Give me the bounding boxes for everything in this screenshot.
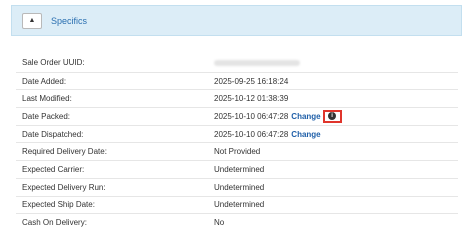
date-dispatched-value: 2025-10-10 06:47:28	[214, 129, 289, 139]
specifics-panel-header[interactable]: ▲ Specifics	[11, 5, 462, 36]
expected-delivery-run-label: Expected Delivery Run:	[22, 182, 106, 192]
expected-carrier-value: Undetermined	[214, 164, 265, 174]
detail-row-date-dispatched: Date Dispatched: 2025-10-10 06:47:28 Cha…	[16, 124, 458, 143]
redacted-value	[214, 59, 300, 66]
date-dispatched-label: Date Dispatched:	[22, 129, 84, 139]
date-dispatched-value-group: 2025-10-10 06:47:28 Change	[214, 130, 321, 139]
detail-row-expected-delivery-run: Expected Delivery Run: Undetermined	[16, 177, 458, 196]
cash-on-delivery-label: Cash On Delivery:	[22, 218, 87, 228]
detail-row-expected-ship-date: Expected Ship Date: Undetermined	[16, 195, 458, 214]
expected-delivery-run-value: Undetermined	[214, 182, 265, 192]
date-packed-value: 2025-10-10 06:47:28	[214, 111, 289, 121]
detail-row-date-packed: Date Packed: 2025-10-10 06:47:28 Change …	[16, 107, 458, 125]
date-added-value: 2025-09-25 16:18:24	[214, 76, 289, 86]
required-delivery-date-value: Not Provided	[214, 147, 261, 157]
collapse-toggle-button[interactable]: ▲	[22, 12, 42, 29]
caret-up-icon: ▲	[28, 17, 36, 24]
required-delivery-date-label: Required Delivery Date:	[22, 147, 107, 157]
date-packed-value-group: 2025-10-10 06:47:28 Change i	[214, 109, 342, 123]
date-packed-label: Date Packed:	[22, 111, 71, 121]
date-packed-change-link[interactable]: Change	[291, 112, 320, 121]
info-highlight-box[interactable]: i	[322, 109, 342, 123]
detail-row-cash-on-delivery: Cash On Delivery: No	[16, 213, 458, 231]
sale-order-uuid-label: Sale Order UUID:	[22, 58, 85, 68]
expected-carrier-label: Expected Carrier:	[22, 164, 85, 174]
date-added-label: Date Added:	[22, 76, 67, 86]
specifics-page: ▲ Specifics Sale Order UUID: Date Added:…	[0, 0, 471, 238]
specifics-details-table: Sale Order UUID: Date Added: 2025-09-25 …	[16, 54, 458, 231]
cash-on-delivery-value: No	[214, 218, 225, 228]
date-dispatched-change-link[interactable]: Change	[291, 130, 320, 139]
last-modified-value: 2025-10-12 01:38:39	[214, 94, 289, 104]
detail-row-expected-carrier: Expected Carrier: Undetermined	[16, 160, 458, 178]
sale-order-uuid-value	[214, 59, 300, 66]
expected-ship-date-label: Expected Ship Date:	[22, 200, 95, 210]
panel-title: Specifics	[51, 15, 88, 26]
detail-row-last-modified: Last Modified: 2025-10-12 01:38:39	[16, 89, 458, 107]
info-icon[interactable]: i	[328, 112, 337, 121]
detail-row-date-added: Date Added: 2025-09-25 16:18:24	[16, 71, 458, 90]
last-modified-label: Last Modified:	[22, 94, 72, 104]
expected-ship-date-value: Undetermined	[214, 200, 265, 210]
detail-row-sale-order-uuid: Sale Order UUID:	[16, 54, 458, 72]
detail-row-required-delivery-date: Required Delivery Date: Not Provided	[16, 142, 458, 160]
